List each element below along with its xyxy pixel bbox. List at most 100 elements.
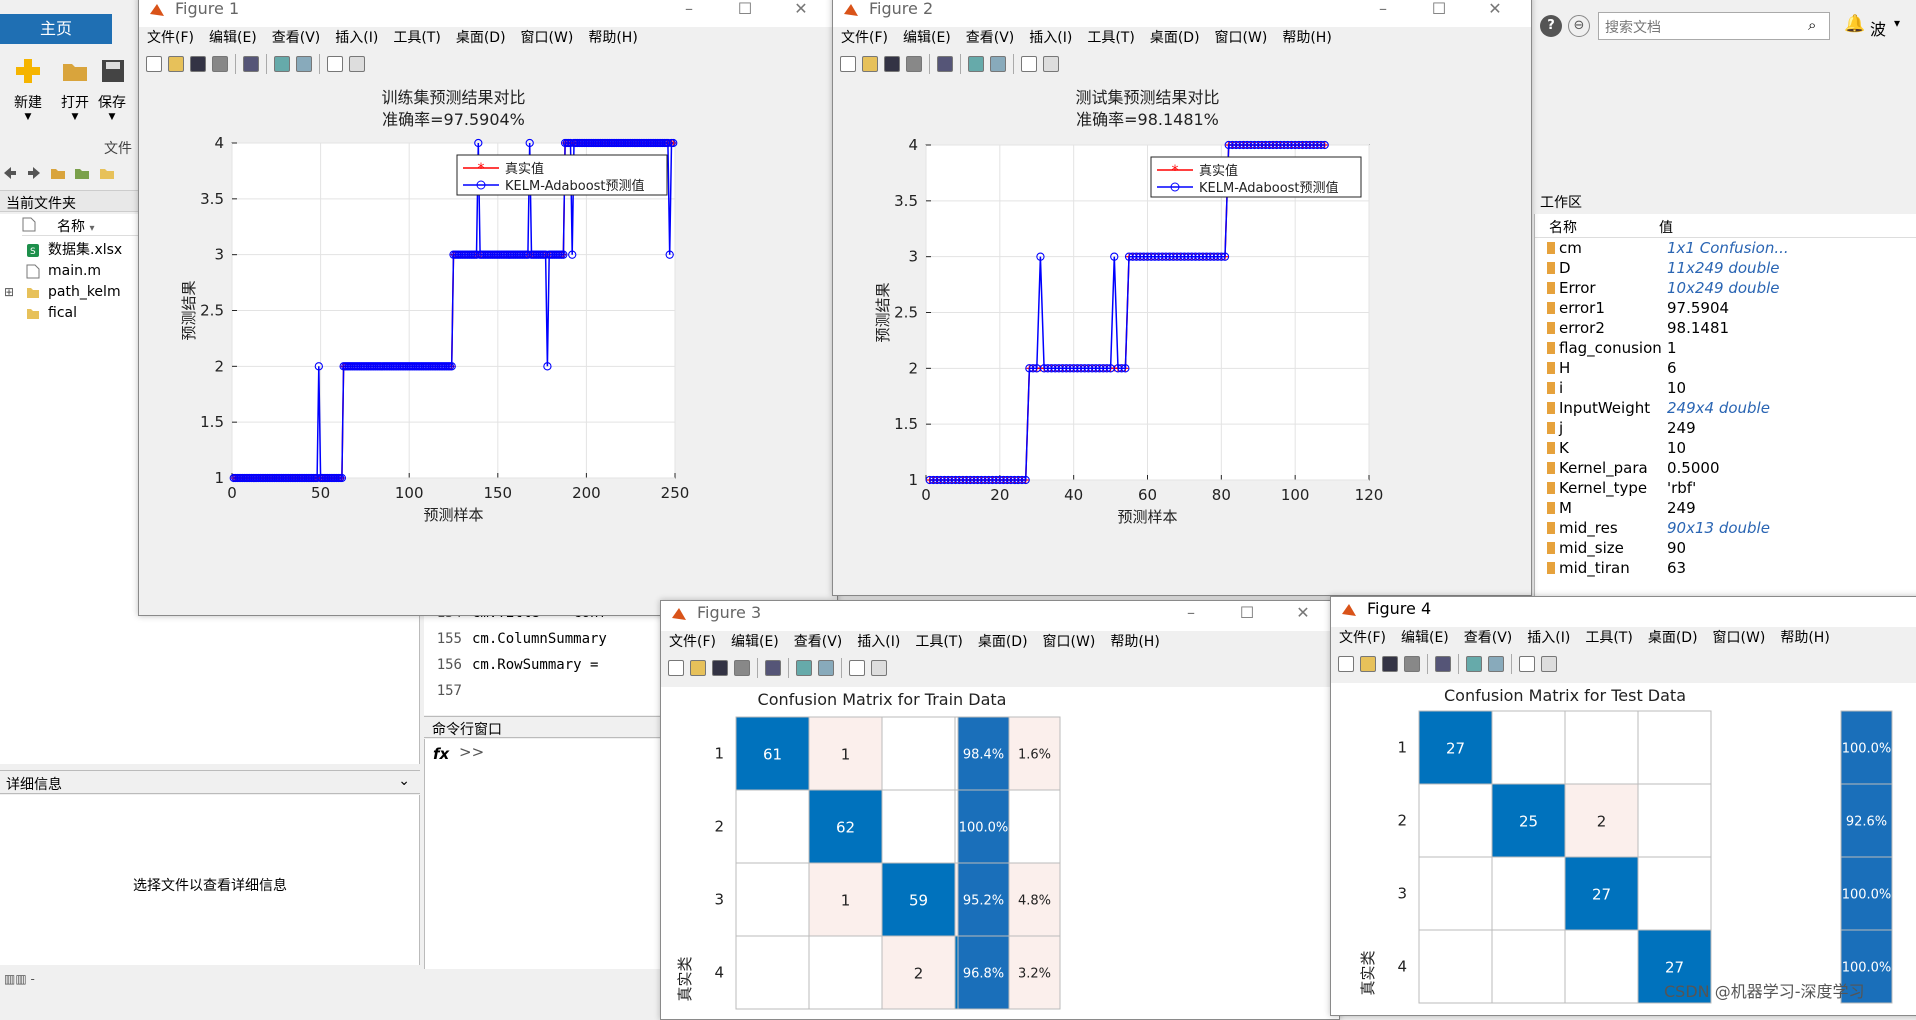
workspace-var-row[interactable]: Kernel_type 'rbf' bbox=[1547, 478, 1907, 498]
property-editor-icon[interactable] bbox=[871, 660, 887, 676]
close-icon[interactable]: ✕ bbox=[1467, 0, 1523, 21]
browse-folder-icon[interactable] bbox=[74, 165, 90, 181]
open-file-icon[interactable] bbox=[1360, 656, 1376, 672]
community-icon[interactable]: ⊖ bbox=[1568, 15, 1590, 37]
figure-title-bar[interactable]: Figure 2 – ☐ ✕ bbox=[833, 0, 1531, 27]
workspace-var-row[interactable]: Kernel_para 0.5000 bbox=[1547, 458, 1907, 478]
search-input[interactable]: 搜索文档 bbox=[1598, 12, 1830, 40]
new-figure-icon[interactable] bbox=[1338, 656, 1354, 672]
workspace-var-row[interactable]: error2 98.1481 bbox=[1547, 318, 1907, 338]
print-preview-icon[interactable] bbox=[243, 56, 259, 72]
menu-tools[interactable]: 工具(T) bbox=[1087, 30, 1134, 46]
workspace-var-row[interactable]: error1 97.5904 bbox=[1547, 298, 1907, 318]
workspace-var-row[interactable]: i 10 bbox=[1547, 378, 1907, 398]
menu-window[interactable]: 窗口(W) bbox=[521, 30, 574, 46]
close-icon[interactable]: ✕ bbox=[773, 0, 829, 21]
workspace-var-row[interactable]: mid_tiran 63 bbox=[1547, 558, 1907, 578]
chevron-down-icon[interactable]: ⌄ bbox=[398, 773, 410, 789]
tab-home[interactable]: 主页 bbox=[0, 14, 112, 44]
property-editor-icon[interactable] bbox=[349, 56, 365, 72]
menu-edit[interactable]: 编辑(E) bbox=[209, 30, 257, 46]
workspace-var-row[interactable]: K 10 bbox=[1547, 438, 1907, 458]
minimize-icon[interactable]: – bbox=[661, 0, 717, 21]
print-icon[interactable] bbox=[212, 56, 228, 72]
menu-file[interactable]: 文件(F) bbox=[669, 634, 716, 650]
forward-arrow-icon[interactable] bbox=[26, 165, 42, 181]
minimize-icon[interactable]: – bbox=[1163, 601, 1219, 625]
menu-edit[interactable]: 编辑(E) bbox=[903, 30, 951, 46]
print-icon[interactable] bbox=[1404, 656, 1420, 672]
menu-window[interactable]: 窗口(W) bbox=[1043, 634, 1096, 650]
menu-window[interactable]: 窗口(W) bbox=[1215, 30, 1268, 46]
print-preview-icon[interactable] bbox=[1435, 656, 1451, 672]
menu-help[interactable]: 帮助(H) bbox=[1282, 30, 1331, 46]
open-file-icon[interactable] bbox=[690, 660, 706, 676]
menu-view[interactable]: 查看(V) bbox=[272, 30, 321, 46]
maximize-icon[interactable]: ☐ bbox=[1411, 0, 1467, 21]
menu-view[interactable]: 查看(V) bbox=[966, 30, 1015, 46]
pointer-icon[interactable] bbox=[1519, 656, 1535, 672]
menu-tools[interactable]: 工具(T) bbox=[1585, 630, 1632, 646]
menu-insert[interactable]: 插入(I) bbox=[335, 30, 378, 46]
colorbar-icon[interactable] bbox=[274, 56, 290, 72]
workspace-var-row[interactable]: InputWeight 249x4 double bbox=[1547, 398, 1907, 418]
save-icon[interactable] bbox=[712, 660, 728, 676]
menu-insert[interactable]: 插入(I) bbox=[857, 634, 900, 650]
menu-insert[interactable]: 插入(I) bbox=[1029, 30, 1072, 46]
open-button[interactable]: 打开 ▼ bbox=[52, 56, 98, 122]
colorbar-icon[interactable] bbox=[796, 660, 812, 676]
colorbar-icon[interactable] bbox=[1466, 656, 1482, 672]
menu-desktop[interactable]: 桌面(D) bbox=[456, 30, 506, 46]
maximize-icon[interactable]: ☐ bbox=[1219, 601, 1275, 625]
minimize-icon[interactable]: – bbox=[1893, 597, 1916, 621]
menu-desktop[interactable]: 桌面(D) bbox=[1648, 630, 1698, 646]
new-button[interactable]: 新建 ▼ bbox=[5, 56, 51, 122]
menu-help[interactable]: 帮助(H) bbox=[588, 30, 637, 46]
up-folder-icon[interactable] bbox=[50, 165, 66, 181]
open-file-icon[interactable] bbox=[862, 56, 878, 72]
print-preview-icon[interactable] bbox=[937, 56, 953, 72]
pointer-icon[interactable] bbox=[849, 660, 865, 676]
print-icon[interactable] bbox=[734, 660, 750, 676]
details-panel-header[interactable]: 详细信息 ⌄ bbox=[0, 770, 420, 794]
menu-help[interactable]: 帮助(H) bbox=[1110, 634, 1159, 650]
column-header-name[interactable]: 名称 bbox=[1549, 217, 1577, 237]
user-account[interactable]: 波 bbox=[1870, 16, 1886, 40]
menu-view[interactable]: 查看(V) bbox=[794, 634, 843, 650]
menu-file[interactable]: 文件(F) bbox=[1339, 630, 1386, 646]
menu-help[interactable]: 帮助(H) bbox=[1780, 630, 1829, 646]
workspace-var-row[interactable]: flag_conusion 1 bbox=[1547, 338, 1907, 358]
print-preview-icon[interactable] bbox=[765, 660, 781, 676]
save-button[interactable]: 保存 ▼ bbox=[98, 56, 126, 122]
menu-file[interactable]: 文件(F) bbox=[841, 30, 888, 46]
menu-desktop[interactable]: 桌面(D) bbox=[978, 634, 1028, 650]
menu-edit[interactable]: 编辑(E) bbox=[1401, 630, 1449, 646]
property-editor-icon[interactable] bbox=[1541, 656, 1557, 672]
legend-icon[interactable] bbox=[990, 56, 1006, 72]
workspace-var-row[interactable]: M 249 bbox=[1547, 498, 1907, 518]
menu-insert[interactable]: 插入(I) bbox=[1527, 630, 1570, 646]
workspace-var-row[interactable]: Error 10x249 double bbox=[1547, 278, 1907, 298]
menu-file[interactable]: 文件(F) bbox=[147, 30, 194, 46]
legend-icon[interactable] bbox=[1488, 656, 1504, 672]
menu-desktop[interactable]: 桌面(D) bbox=[1150, 30, 1200, 46]
menu-window[interactable]: 窗口(W) bbox=[1713, 630, 1766, 646]
workspace-var-row[interactable]: mid_res 90x13 double bbox=[1547, 518, 1907, 538]
workspace-var-row[interactable]: D 11x249 double bbox=[1547, 258, 1907, 278]
column-header-value[interactable]: 值 bbox=[1659, 217, 1673, 237]
new-figure-icon[interactable] bbox=[146, 56, 162, 72]
help-icon[interactable]: ? bbox=[1540, 15, 1562, 37]
new-figure-icon[interactable] bbox=[668, 660, 684, 676]
notification-bell-icon[interactable]: 🔔 bbox=[1844, 14, 1865, 34]
search-icon[interactable]: ⌕ bbox=[1808, 16, 1816, 34]
code-editor[interactable]: 154cm.Title = 'Conf 155cm.ColumnSummary … bbox=[424, 600, 684, 715]
function-browser-icon[interactable]: fx bbox=[433, 745, 449, 763]
new-figure-icon[interactable] bbox=[840, 56, 856, 72]
figure-title-bar[interactable]: Figure 4 – bbox=[1331, 597, 1916, 627]
minimize-icon[interactable]: – bbox=[1355, 0, 1411, 21]
save-icon[interactable] bbox=[1382, 656, 1398, 672]
colorbar-icon[interactable] bbox=[968, 56, 984, 72]
figure-title-bar[interactable]: Figure 3 – ☐ ✕ bbox=[661, 601, 1339, 631]
workspace-var-row[interactable]: j 249 bbox=[1547, 418, 1907, 438]
menu-tools[interactable]: 工具(T) bbox=[915, 634, 962, 650]
